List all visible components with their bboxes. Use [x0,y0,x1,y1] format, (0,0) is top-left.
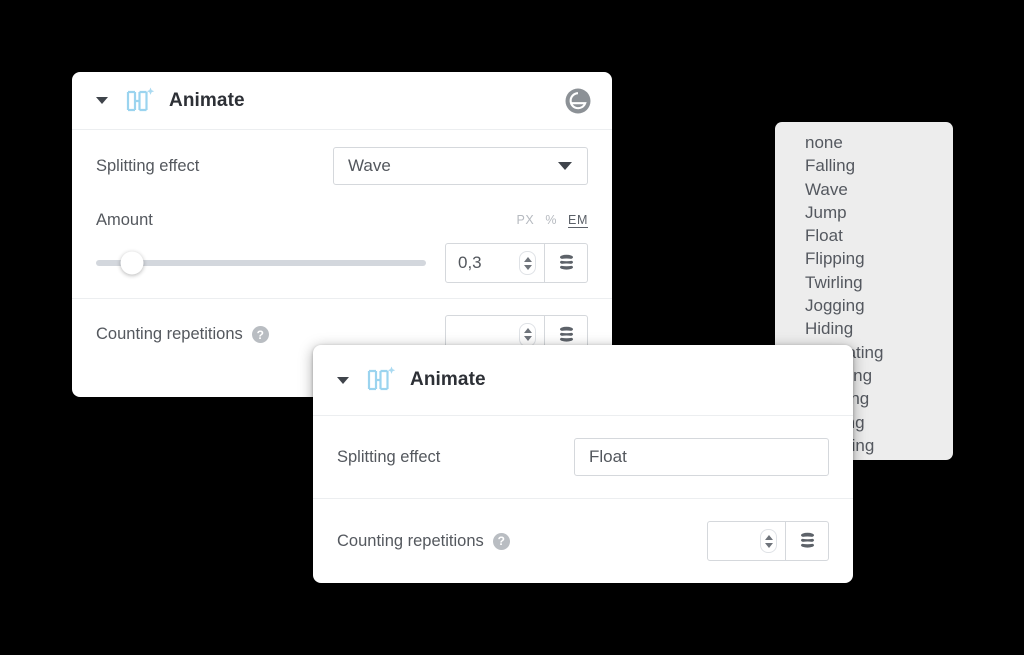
splitting-effect-select[interactable]: Wave [333,147,588,185]
unit-em[interactable]: EM [568,213,588,227]
dropdown-option-twirling[interactable]: Twirling [775,271,953,294]
amount-input[interactable]: 0,3 [446,244,544,282]
amount-value: 0,3 [458,253,482,272]
question-mark-icon[interactable]: ? [251,326,269,344]
panel-header: Animate [72,72,612,130]
amount-input-group: 0,3 [445,243,588,283]
row-amount-control: 0,3 [72,238,612,288]
counting-repetitions-text: Counting repetitions [96,325,243,343]
animate-panel-secondary: Animate Splitting effect Float Counting … [313,345,853,583]
counting-repetitions-text: Counting repetitions [337,531,484,550]
row-splitting-effect: Splitting effect Wave [72,130,612,202]
question-mark-icon[interactable]: ? [492,532,510,550]
database-stack-icon [800,532,814,548]
spinner-updown-icon[interactable] [760,529,777,553]
unit-selector: PX % EM [516,213,588,227]
panel-header: Animate [313,345,853,416]
spinner-updown-icon[interactable] [519,322,536,347]
unit-px[interactable]: PX [516,213,534,227]
database-stack-icon [559,326,573,342]
dropdown-option-flipping[interactable]: Flipping [775,247,953,270]
elementor-logo-icon[interactable] [565,88,591,114]
splitting-effect-value: Float [589,447,627,466]
chevron-down-icon [558,162,572,170]
counting-repetitions-input[interactable] [708,522,785,560]
counting-repetitions-dynamic-button[interactable] [785,522,828,560]
counting-repetitions-label: Counting repetitions? [337,532,510,551]
unit-percent[interactable]: % [545,213,557,227]
amount-slider[interactable] [96,251,426,275]
page-title: Animate [410,369,486,390]
happy-addons-icon [367,366,396,391]
splitting-effect-select[interactable]: Float [574,438,829,476]
chevron-down-icon[interactable] [337,376,349,384]
dropdown-option-jump[interactable]: Jump [775,201,953,224]
dropdown-option-jogging[interactable]: Jogging [775,294,953,317]
row-amount-header: Amount PX % EM [72,202,612,238]
spinner-updown-icon[interactable] [519,251,536,275]
splitting-effect-value: Wave [348,156,391,175]
dropdown-option-none[interactable]: none [775,131,953,154]
dropdown-option-falling[interactable]: Falling [775,154,953,177]
row-splitting-effect: Splitting effect Float [313,416,853,498]
slider-handle[interactable] [120,251,144,275]
dropdown-option-hiding[interactable]: Hiding [775,317,953,340]
counting-repetitions-input-group [707,521,829,561]
row-counting-repetitions: Counting repetitions? [313,498,853,583]
splitting-effect-label: Splitting effect [337,447,441,466]
amount-dynamic-button[interactable] [544,244,587,282]
dropdown-option-wave[interactable]: Wave [775,178,953,201]
database-stack-icon [559,254,573,270]
counting-repetitions-label: Counting repetitions? [96,325,269,344]
splitting-effect-label: Splitting effect [96,156,200,175]
chevron-down-icon[interactable] [96,97,108,104]
amount-label: Amount [96,210,153,229]
page-title: Animate [169,89,245,111]
happy-addons-icon [126,87,155,111]
slider-track [96,260,426,266]
dropdown-option-float[interactable]: Float [775,224,953,247]
